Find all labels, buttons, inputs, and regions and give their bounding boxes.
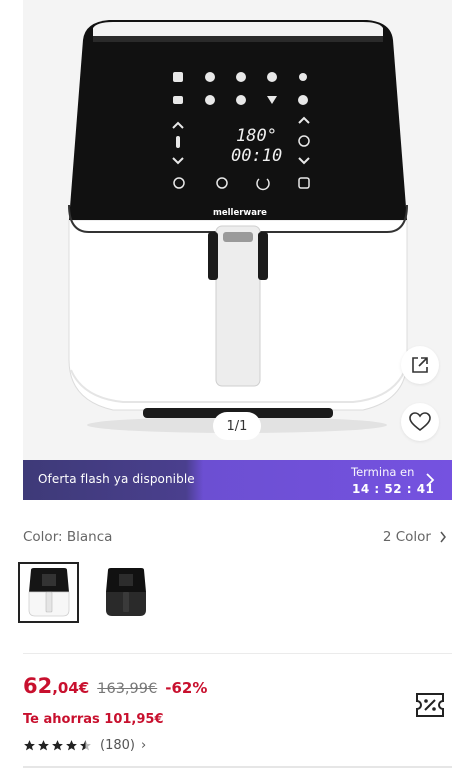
color-option-white[interactable] xyxy=(18,562,79,623)
price-row: 62 ,04€ 163,99€ -62% xyxy=(23,674,207,698)
product-image: 180° 00:10 mellerware xyxy=(68,20,408,433)
star-half-icon xyxy=(80,740,91,751)
star-icon xyxy=(24,740,35,751)
color-count-text: 2 Color xyxy=(382,529,431,545)
flash-ends-label: Termina en xyxy=(351,465,415,479)
white-fryer-thumbnail xyxy=(28,567,69,616)
star-icon xyxy=(66,740,77,751)
color-label: Color: Blanca xyxy=(23,529,113,545)
color-option-black[interactable] xyxy=(95,562,156,623)
flash-sale-banner[interactable]: Oferta flash ya disponible Termina en 14… xyxy=(23,460,452,500)
section-divider xyxy=(23,653,452,654)
share-icon xyxy=(412,357,428,373)
brand-logo: mellerware xyxy=(213,208,267,218)
chevron-right-icon xyxy=(440,531,446,543)
price-integer: 62 xyxy=(23,674,53,698)
flash-sale-text: Oferta flash ya disponible xyxy=(38,472,195,486)
heart-icon xyxy=(409,412,431,432)
product-image-gallery[interactable]: 180° 00:10 mellerware 1/1 xyxy=(23,0,452,460)
star-icon xyxy=(38,740,49,751)
star-rating xyxy=(23,739,92,752)
review-count: (180) xyxy=(100,738,135,753)
review-arrow: › xyxy=(140,738,147,753)
discount-badge: -62% xyxy=(165,679,208,697)
price-decimal: ,04€ xyxy=(52,679,90,697)
chevron-right-icon xyxy=(426,473,435,487)
original-price: 163,99€ xyxy=(97,681,158,697)
display-temp: 180° xyxy=(236,126,277,146)
star-icon xyxy=(52,740,63,751)
black-fryer-thumbnail xyxy=(105,567,146,616)
savings-text: Te ahorras 101,95€ xyxy=(23,712,164,727)
coupon-icon[interactable] xyxy=(414,690,446,720)
share-button[interactable] xyxy=(401,346,439,384)
display-time: 00:10 xyxy=(231,146,282,166)
color-count-link[interactable]: 2 Color xyxy=(383,529,447,545)
rating-link[interactable]: (180) › xyxy=(23,738,146,753)
favorite-button[interactable] xyxy=(401,403,439,441)
image-counter: 1/1 xyxy=(213,412,261,440)
